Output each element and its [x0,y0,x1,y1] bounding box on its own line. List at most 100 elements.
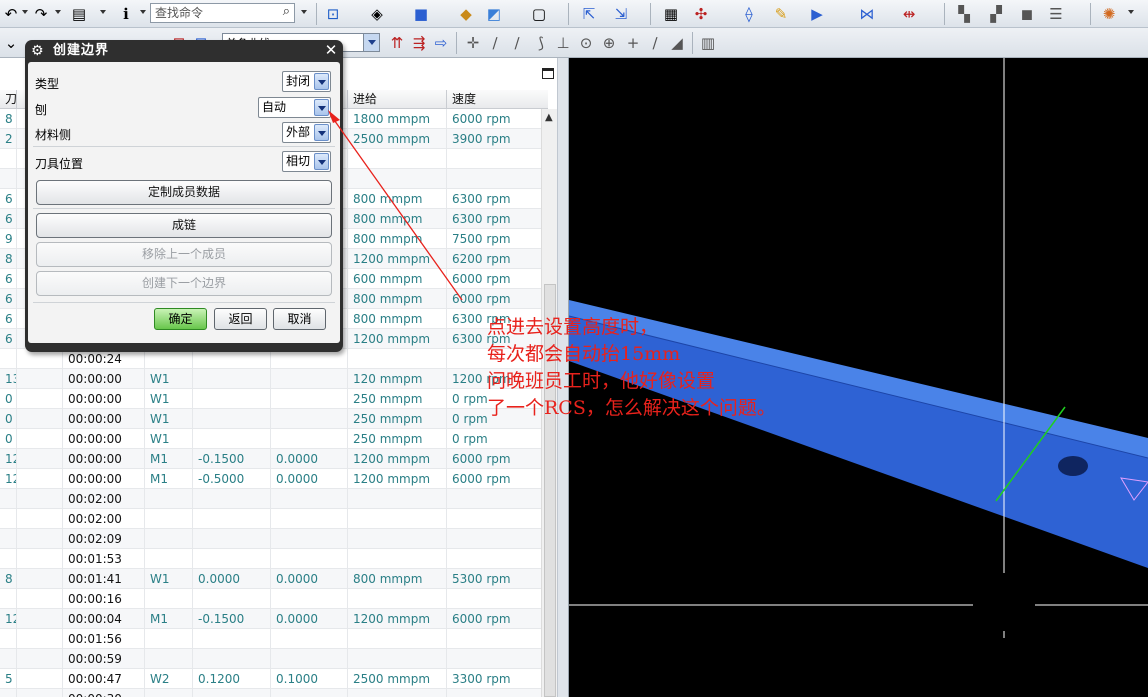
analysis-dropdown[interactable] [1128,10,1134,14]
remove-previous-member-button[interactable]: 移除上一个成员 [36,242,332,267]
search-icon[interactable]: ⌕ [283,5,290,19]
table-cell-tool [0,489,16,509]
snap-line-icon[interactable]: ∕ [484,32,506,54]
redo-icon[interactable]: ↷ [30,3,52,25]
col-header-tool[interactable]: 刀 [0,90,17,109]
type-select[interactable]: 封闭 [282,71,331,92]
material-side-select[interactable]: 外部 [282,122,331,143]
table-row[interactable]: 8 00:01:41 W1 0.0000 0.0000 800 mmpm 5300 rpm [0,569,541,589]
table-row[interactable]: 12 00:00:04M1-0.15000.00001200 mmpm6000 r… [0,609,541,629]
table-row[interactable]: 00:02:00 [0,509,541,529]
ok-button[interactable]: 确定 [154,308,207,330]
move-icon[interactable]: ⇱ [578,3,600,25]
scroll-up-icon[interactable]: ▲ [545,112,553,123]
assembly-icon[interactable]: ▚ [953,3,975,25]
table-row[interactable]: 00:00:59 [0,649,541,669]
component-icon[interactable]: ▞ [985,3,1007,25]
part-icon[interactable]: ◼ [1016,3,1038,25]
table-row[interactable]: 00:01:53 [0,549,541,569]
snap-quadrant-icon[interactable]: ⊕ [598,32,620,54]
snap-curve-icon[interactable]: ⟆ [530,32,552,54]
cursor-icon[interactable]: ↶ [0,3,22,25]
plane-label: 刨 [35,103,48,117]
frame-icon[interactable]: ▢ [527,3,551,25]
snap-mid-icon[interactable]: ∕ [506,32,528,54]
filter-icon[interactable]: ⌄ [0,32,22,54]
table-cell-feed: 1800 mmpm [347,109,446,129]
table-row[interactable]: 12 00:00:00M1-0.50000.00001200 mmpm6000 r… [0,469,541,489]
chevron-down-icon[interactable] [314,124,329,141]
snap-point-icon[interactable]: + [622,32,644,54]
chevron-down-icon[interactable] [314,99,329,116]
table-row[interactable]: 5 00:00:47 W2 0.1200 0.1000 2500 mmpm 3300 rpm [0,669,541,689]
table-icon[interactable]: ▦ [660,3,682,25]
intersect-icon[interactable]: ⇈ [386,32,408,54]
table-cell-feed [347,509,446,529]
snap-face-icon[interactable]: ◢ [666,32,688,54]
transform-icon[interactable]: ⟠ [738,3,760,25]
table-cell-c3: W1 [144,389,192,409]
paint-icon[interactable]: ◆ [455,3,477,25]
table-row[interactable]: 0 00:00:00 W1 250 mmpm 0 rpm [0,409,541,429]
ruler-icon[interactable]: ⇹ [898,3,920,25]
toolbar-divider [568,3,569,25]
grid-icon[interactable]: ▥ [697,32,719,54]
orient-icon[interactable]: ⇲ [610,3,632,25]
snap-icon[interactable]: ✣ [690,3,712,25]
shade-icon[interactable]: ◈ [366,3,388,25]
cancel-button[interactable]: 取消 [273,308,326,330]
maximize-icon[interactable] [542,68,554,79]
chevron-down-icon[interactable] [314,153,329,170]
table-cell-c5 [270,389,347,409]
tool-position-select[interactable]: 相切 [282,151,331,172]
table-row[interactable]: 0 00:00:00 W1 250 mmpm 0 rpm [0,389,541,409]
table-cell-speed: 5300 rpm [446,569,541,589]
create-next-boundary-button[interactable]: 创建下一个边界 [36,271,332,296]
table-row[interactable]: 00:00:16 [0,589,541,609]
plane-select[interactable]: 自动 [258,97,331,118]
table-row[interactable]: 00:02:09 [0,529,541,549]
snap-perp-icon[interactable]: ⊥ [552,32,574,54]
highlight-icon[interactable]: ✎ [770,3,792,25]
table-row[interactable]: 12 00:00:00M1-0.15000.00001200 mmpm6000 r… [0,449,541,469]
copy-icon[interactable]: ▤ [68,3,90,25]
table-row[interactable]: 00:00:24 [0,349,541,369]
snap-end-icon[interactable]: ✛ [462,32,484,54]
chevron-down-icon[interactable] [363,34,379,51]
table-cell-time: 00:00:04 [62,609,144,629]
close-icon[interactable]: ✕ [323,42,339,59]
layer-icon[interactable]: ◩ [483,3,505,25]
table-row[interactable]: 00:01:56 [0,629,541,649]
list-icon[interactable]: ☰ [1045,3,1067,25]
col-header-feed[interactable]: 进给 [347,90,446,109]
chevron-down-icon[interactable] [314,73,329,90]
chain-button[interactable]: 成链 [36,213,332,238]
back-button[interactable]: 返回 [214,308,267,330]
custom-member-data-button[interactable]: 定制成员数据 [36,180,332,205]
analysis-icon[interactable]: ✺ [1098,3,1120,25]
measure-icon[interactable]: ⋈ [856,3,878,25]
cube-view-icon[interactable]: ■ [410,3,432,25]
copy-dropdown[interactable] [100,10,106,14]
redo-dropdown[interactable] [55,10,61,14]
zoom-fit-icon[interactable]: ⊡ [322,3,344,25]
table-row[interactable]: 00:02:00 [0,489,541,509]
table-cell-feed [347,489,446,509]
play-icon[interactable]: ▶ [806,3,828,25]
table-cell-tool: 12 [5,452,16,466]
arrow-right-icon[interactable]: ⇨ [430,32,452,54]
table-cell-c3: W1 [144,369,192,389]
help-icon[interactable]: ℹ [115,3,137,25]
snap-center-icon[interactable]: ⊙ [575,32,597,54]
table-cell-c3: M1 [144,469,192,489]
search-dropdown[interactable] [301,10,307,14]
table-row[interactable]: 1300:00:00W1120 mmpm1200 rpm [0,369,541,389]
point-snap-icon[interactable]: ⇶ [408,32,430,54]
col-header-speed[interactable]: 速度 [446,90,548,109]
undo-dropdown[interactable] [22,10,28,14]
table-row[interactable]: 0 00:00:00 W1 250 mmpm 0 rpm [0,429,541,449]
table-row[interactable]: 00:00:30 [0,689,541,697]
snap-tangent-icon[interactable]: ∕ [644,32,666,54]
search-input[interactable]: 查找命令 ⌕ [150,3,295,23]
help-dropdown[interactable] [140,10,146,14]
